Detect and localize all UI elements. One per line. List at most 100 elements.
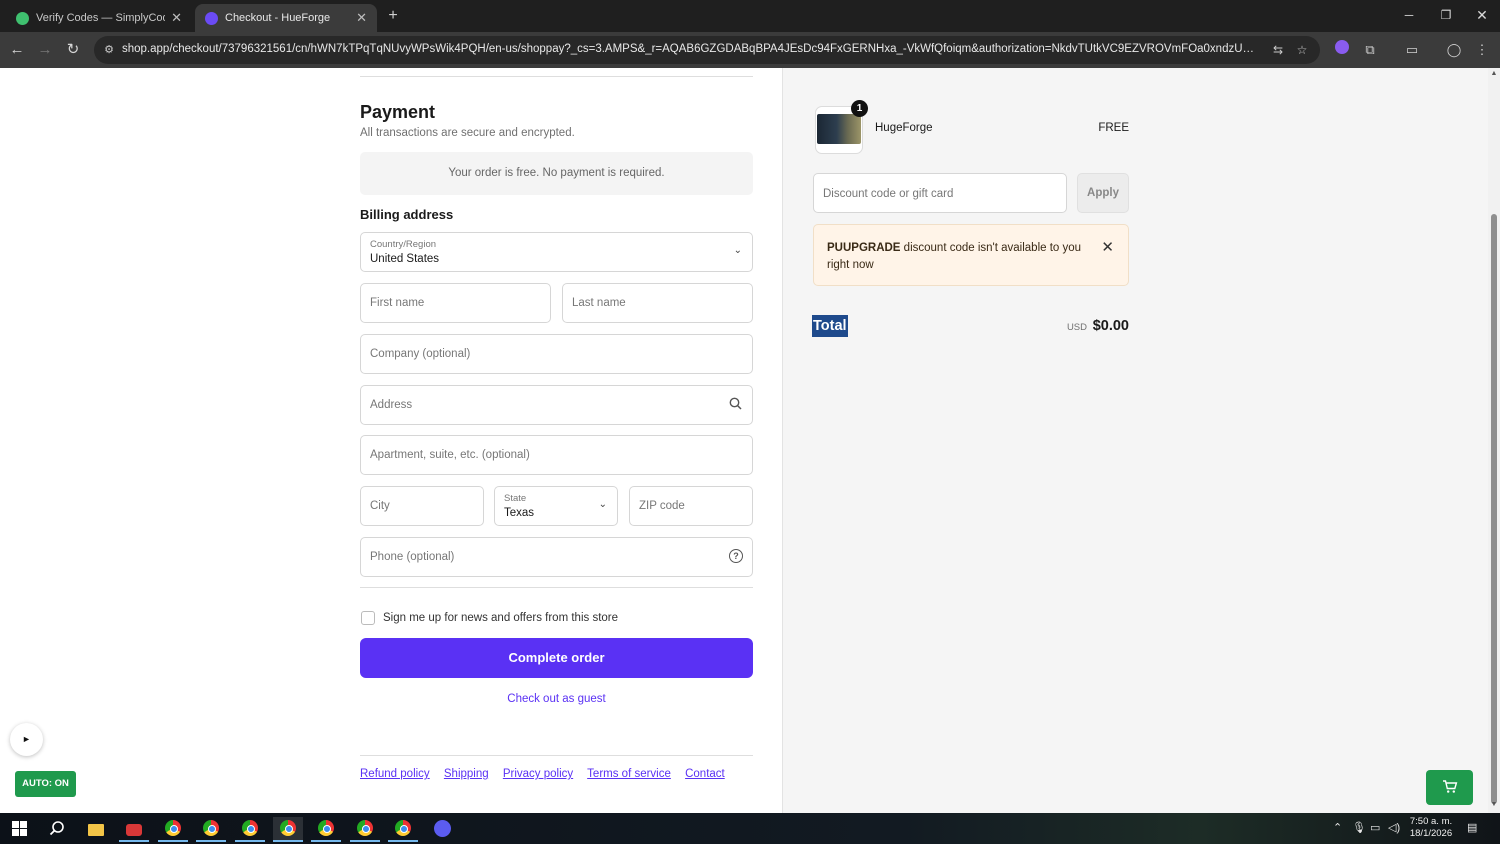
microphone-icon[interactable]: 🎙 [1352, 821, 1366, 834]
bookmark-star-icon[interactable]: ☆ [1294, 42, 1310, 58]
windows-start-icon[interactable] [4, 817, 34, 842]
divider [360, 755, 753, 756]
app-icon[interactable] [119, 817, 149, 842]
country-select[interactable]: Country/Region United States ⌄ [360, 232, 753, 272]
payment-heading: Payment [360, 102, 436, 122]
chevron-up-icon[interactable]: ⌃ [1333, 821, 1342, 834]
apply-button[interactable]: Apply [1077, 173, 1129, 213]
chrome-icon[interactable] [350, 817, 380, 842]
extensions-puzzle-icon[interactable]: ⧉ [1360, 40, 1380, 60]
scroll-up-icon[interactable]: ▲ [1490, 70, 1498, 77]
zip-placeholder: ZIP code [639, 500, 685, 512]
last-name-field[interactable]: Last name [562, 283, 753, 323]
tab-simplycodes[interactable]: Verify Codes — SimplyCodes ✕ [6, 4, 192, 32]
search-icon[interactable] [42, 817, 72, 842]
country-label: Country/Region [370, 239, 437, 250]
close-window-icon[interactable]: ✕ [1463, 4, 1500, 26]
auto-toggle-button[interactable]: AUTO: ON [15, 771, 76, 797]
tab-search-icon[interactable]: ▭ [1402, 40, 1422, 60]
network-icon[interactable]: ▭ [1370, 821, 1380, 834]
apartment-placeholder: Apartment, suite, etc. (optional) [370, 449, 530, 461]
chrome-icon[interactable] [388, 817, 418, 842]
app-icon[interactable] [427, 817, 457, 842]
currency-code: USD [1066, 322, 1087, 333]
profile-icon[interactable]: ◯ [1444, 40, 1464, 60]
address-field[interactable]: Address [360, 385, 753, 425]
restore-icon[interactable]: ❐ [1427, 4, 1465, 26]
time-text: 7:50 a. m. [1409, 816, 1453, 827]
billing-heading: Billing address [360, 207, 454, 222]
divider [360, 587, 753, 588]
tab-checkout[interactable]: Checkout - HueForge ✕ [195, 4, 377, 32]
scrollbar-thumb[interactable] [1491, 214, 1497, 804]
chrome-icon[interactable] [158, 817, 188, 842]
chevron-down-icon: ⌄ [733, 245, 742, 256]
newsletter-label[interactable]: Sign me up for news and offers from this… [383, 612, 618, 624]
address-placeholder: Address [370, 399, 413, 411]
zip-field[interactable]: ZIP code [629, 486, 753, 526]
product-name: HugeForge [875, 122, 933, 134]
terms-link[interactable]: Terms of service [587, 768, 671, 780]
free-order-notice: Your order is free. No payment is requir… [360, 152, 753, 195]
browser-toolbar: ← → ↻ ⚙ shop.app/checkout/73796321561/cn… [0, 32, 1500, 68]
payment-subtitle: All transactions are secure and encrypte… [360, 127, 575, 139]
page-scrollbar[interactable]: ▲ ▼ [1488, 68, 1500, 813]
clock[interactable]: 7:50 a. m. 18/1/2026 [1404, 816, 1458, 840]
file-explorer-icon[interactable] [81, 817, 111, 842]
alert-message: PUUPGRADE discount code isn't available … [827, 240, 1089, 274]
address-bar[interactable]: ⚙ shop.app/checkout/73796321561/cn/hWN7k… [94, 36, 1320, 64]
chrome-icon[interactable] [196, 817, 226, 842]
first-name-placeholder: First name [370, 297, 425, 309]
help-icon[interactable]: ? [729, 549, 743, 563]
scroll-down-icon[interactable]: ▼ [1490, 801, 1498, 808]
state-label: State [504, 493, 527, 504]
complete-order-button[interactable]: Complete order [360, 638, 753, 678]
discount-input[interactable]: Discount code or gift card [813, 173, 1067, 213]
guest-checkout-link[interactable]: Check out as guest [360, 693, 753, 705]
chrome-icon[interactable] [235, 817, 265, 842]
extension-icon[interactable] [1332, 40, 1352, 60]
reload-icon[interactable]: ↻ [61, 38, 85, 62]
refund-policy-link[interactable]: Refund policy [360, 768, 430, 780]
back-icon[interactable]: ← [5, 38, 29, 62]
forward-icon[interactable]: → [33, 38, 57, 62]
tab-label: Checkout - HueForge [225, 12, 331, 24]
new-tab-button[interactable]: + [384, 5, 402, 27]
state-select[interactable]: State Texas ⌄ [494, 486, 618, 526]
site-info-icon[interactable]: ⚙ [102, 42, 116, 58]
volume-icon[interactable]: ◁) [1388, 821, 1400, 834]
date-text: 18/1/2026 [1409, 828, 1453, 839]
newsletter-checkbox[interactable] [361, 611, 375, 625]
close-tab-icon[interactable]: ✕ [171, 10, 182, 26]
quantity-badge: 1 [851, 100, 868, 117]
total-label: Total [812, 315, 848, 337]
notifications-icon[interactable]: ▤ [1467, 821, 1477, 834]
state-value: Texas [504, 507, 535, 519]
contact-link[interactable]: Contact [685, 768, 725, 780]
privacy-policy-link[interactable]: Privacy policy [503, 768, 573, 780]
windows-taskbar: ⌃ 🎙 ▭ ◁) 7:50 a. m. 18/1/2026 ▤ [0, 813, 1500, 844]
company-field[interactable]: Company (optional) [360, 334, 753, 374]
product-price: FREE [1098, 122, 1129, 134]
total-amount: $0.00 [1092, 318, 1129, 334]
city-placeholder: City [370, 500, 390, 512]
menu-icon[interactable]: ⋮ [1472, 40, 1492, 60]
translate-icon[interactable]: ⇆ [1270, 42, 1286, 58]
cart-icon[interactable] [1426, 770, 1473, 805]
shipping-link[interactable]: Shipping [444, 768, 489, 780]
city-field[interactable]: City [360, 486, 484, 526]
checkout-page: Payment All transactions are secure and … [0, 68, 1488, 813]
chrome-icon[interactable] [311, 817, 341, 842]
minimize-icon[interactable]: ─ [1390, 4, 1428, 26]
first-name-field[interactable]: First name [360, 283, 551, 323]
tab-label: Verify Codes — SimplyCodes [36, 12, 165, 24]
close-tab-icon[interactable]: ✕ [356, 10, 367, 26]
last-name-placeholder: Last name [572, 297, 626, 309]
apartment-field[interactable]: Apartment, suite, etc. (optional) [360, 435, 753, 475]
divider [360, 76, 753, 77]
url-text[interactable]: shop.app/checkout/73796321561/cn/hWN7kTP… [122, 43, 1258, 55]
phone-field[interactable]: Phone (optional) ? [360, 537, 753, 577]
chrome-icon[interactable] [273, 817, 303, 842]
play-button[interactable]: ► [10, 723, 43, 756]
close-icon[interactable]: ✕ [1101, 238, 1114, 256]
